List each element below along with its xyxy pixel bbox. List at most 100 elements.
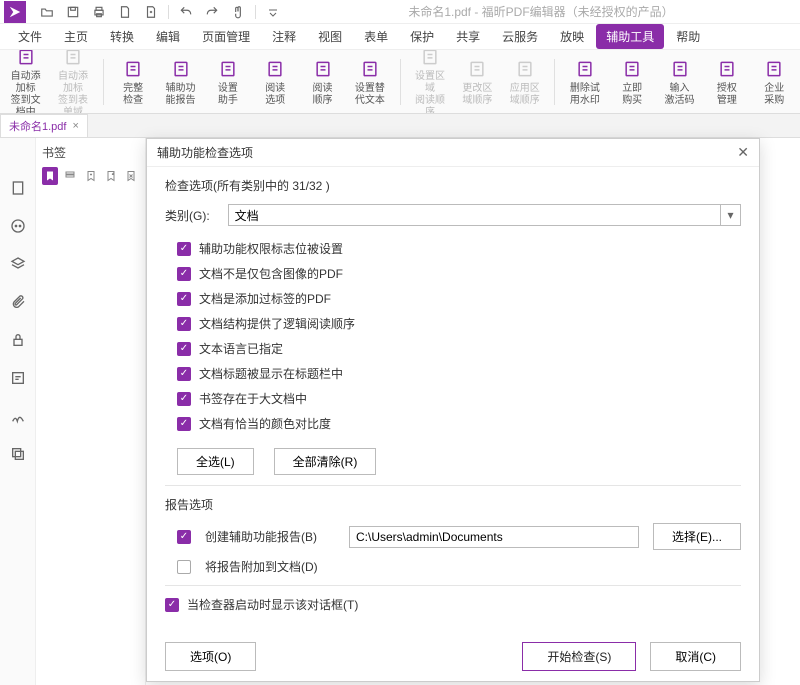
check-label-3: 文档结构提供了逻辑阅读顺序 — [199, 315, 355, 332]
start-check-button[interactable]: 开始检查(S) — [522, 642, 636, 671]
undo-icon[interactable] — [177, 3, 195, 21]
app-logo — [4, 1, 26, 23]
menu-item-12[interactable]: 辅助工具 — [596, 24, 664, 49]
check-label-5: 文档标题被显示在标题栏中 — [199, 365, 343, 382]
ribbon-btn-4[interactable]: 设置助手 — [210, 57, 245, 107]
open-icon[interactable] — [38, 3, 56, 21]
save-icon[interactable] — [64, 3, 82, 21]
hand-icon[interactable] — [229, 3, 247, 21]
document-tab[interactable]: 未命名1.pdf × — [0, 114, 88, 137]
category-label: 类别(G): — [165, 207, 210, 224]
ribbon-btn-5[interactable]: 阅读选项 — [258, 57, 293, 107]
ribbon-icon-5 — [265, 57, 285, 81]
check-item-6: ✓书签存在于大文档中 — [177, 390, 741, 407]
create-report-label: 创建辅助功能报告(B) — [205, 528, 335, 545]
cancel-button[interactable]: 取消(C) — [650, 642, 741, 671]
menu-item-13[interactable]: 帮助 — [666, 24, 710, 49]
bookmark-add-icon[interactable] — [82, 167, 98, 185]
show-dialog-checkbox[interactable]: ✓ — [165, 598, 179, 612]
accessibility-check-dialog: 辅助功能检查选项 ✕ 检查选项(所有类别中的 31/32 ) 类别(G): ▾ … — [146, 138, 760, 682]
dialog-title: 辅助功能检查选项 — [157, 144, 253, 161]
ribbon-btn-7[interactable]: 设置替代文本 — [352, 57, 387, 107]
attach-report-label: 将报告附加到文档(D) — [205, 558, 318, 575]
attach-report-checkbox[interactable]: ✓ — [177, 560, 191, 574]
bookmark-list-icon[interactable] — [62, 167, 78, 185]
layers-icon[interactable] — [8, 254, 28, 274]
dialog-close-icon[interactable]: ✕ — [737, 144, 749, 161]
menu-item-9[interactable]: 共享 — [446, 24, 490, 49]
ribbon-btn-13[interactable]: 输入激活码 — [662, 57, 697, 107]
menu-item-6[interactable]: 视图 — [308, 24, 352, 49]
check-checkbox-7[interactable]: ✓ — [177, 417, 191, 431]
bookmark-icon[interactable] — [42, 167, 58, 185]
check-checkbox-0[interactable]: ✓ — [177, 242, 191, 256]
clear-all-button[interactable]: 全部清除(R) — [274, 448, 377, 475]
report-path-input[interactable] — [349, 526, 639, 548]
check-checkbox-4[interactable]: ✓ — [177, 342, 191, 356]
report-options-label: 报告选项 — [165, 496, 741, 513]
ribbon-btn-11[interactable]: 删除试用水印 — [567, 57, 602, 107]
check-checkbox-1[interactable]: ✓ — [177, 267, 191, 281]
ribbon-separator — [554, 59, 555, 105]
check-label-0: 辅助功能权限标志位被设置 — [199, 240, 343, 257]
options-button[interactable]: 选项(O) — [165, 642, 256, 671]
ribbon-btn-3[interactable]: 辅助功能报告 — [163, 57, 198, 107]
browse-button[interactable]: 选择(E)... — [653, 523, 741, 550]
ribbon-btn-2[interactable]: 完整检查 — [115, 57, 150, 107]
menu-item-0[interactable]: 文件 — [8, 24, 52, 49]
ribbon-icon-15 — [764, 57, 784, 81]
ribbon-btn-1: 自动添加标签到表单域 — [55, 50, 90, 114]
page-thumb-icon[interactable] — [8, 178, 28, 198]
check-item-4: ✓文本语言已指定 — [177, 340, 741, 357]
menu-item-4[interactable]: 页面管理 — [192, 24, 260, 49]
menu-item-2[interactable]: 转换 — [100, 24, 144, 49]
check-label-7: 文档有恰当的颜色对比度 — [199, 415, 331, 432]
ribbon-btn-8: 设置区域阅读顺序 — [412, 50, 447, 114]
dropdown-icon[interactable] — [264, 3, 282, 21]
ribbon-icon-2 — [123, 57, 143, 81]
ribbon-btn-14[interactable]: 授权管理 — [709, 57, 744, 107]
ribbon-btn-15[interactable]: 企业采购 — [757, 57, 792, 107]
check-checkbox-3[interactable]: ✓ — [177, 317, 191, 331]
check-checkbox-5[interactable]: ✓ — [177, 367, 191, 381]
ribbon-icon-4 — [218, 57, 238, 81]
menu-item-10[interactable]: 云服务 — [492, 24, 548, 49]
bookmark-export-icon[interactable] — [103, 167, 119, 185]
check-label-2: 文档是添加过标签的PDF — [199, 290, 331, 307]
ribbon-icon-3 — [171, 57, 191, 81]
print-icon[interactable] — [90, 3, 108, 21]
ribbon-btn-12[interactable]: 立即购买 — [615, 57, 650, 107]
doc-add-icon[interactable] — [142, 3, 160, 21]
ribbon-btn-6[interactable]: 阅读顺序 — [305, 57, 340, 107]
select-all-button[interactable]: 全选(L) — [177, 448, 254, 475]
menu-item-7[interactable]: 表单 — [354, 24, 398, 49]
redo-icon[interactable] — [203, 3, 221, 21]
ribbon-icon-9 — [467, 57, 487, 81]
menu-item-11[interactable]: 放映 — [550, 24, 594, 49]
check-checkbox-2[interactable]: ✓ — [177, 292, 191, 306]
attachment-icon[interactable] — [8, 292, 28, 312]
check-item-0: ✓ 辅助功能权限标志位被设置 — [177, 240, 741, 257]
side-panel-title: 书签 — [42, 144, 139, 161]
ribbon-btn-0[interactable]: 自动添加标签到文档中 — [8, 50, 43, 114]
comment-icon[interactable] — [8, 216, 28, 236]
ribbon-separator — [103, 59, 104, 105]
category-input[interactable] — [228, 204, 721, 226]
close-tab-icon[interactable]: × — [72, 120, 78, 132]
menu-item-1[interactable]: 主页 — [54, 24, 98, 49]
check-label-1: 文档不是仅包含图像的PDF — [199, 265, 343, 282]
create-report-checkbox[interactable]: ✓ — [177, 530, 191, 544]
category-dropdown-icon[interactable]: ▾ — [721, 204, 741, 226]
doc-icon[interactable] — [116, 3, 134, 21]
overlay-icon[interactable] — [8, 444, 28, 464]
menu-item-5[interactable]: 注释 — [262, 24, 306, 49]
menu-item-8[interactable]: 保护 — [400, 24, 444, 49]
menu-item-3[interactable]: 编辑 — [146, 24, 190, 49]
security-icon[interactable] — [8, 330, 28, 350]
ribbon-icon-6 — [313, 57, 333, 81]
ribbon-icon-14 — [717, 57, 737, 81]
fields-icon[interactable] — [8, 368, 28, 388]
bookmark-del-icon[interactable] — [123, 167, 139, 185]
check-checkbox-6[interactable]: ✓ — [177, 392, 191, 406]
sign-icon[interactable] — [8, 406, 28, 426]
